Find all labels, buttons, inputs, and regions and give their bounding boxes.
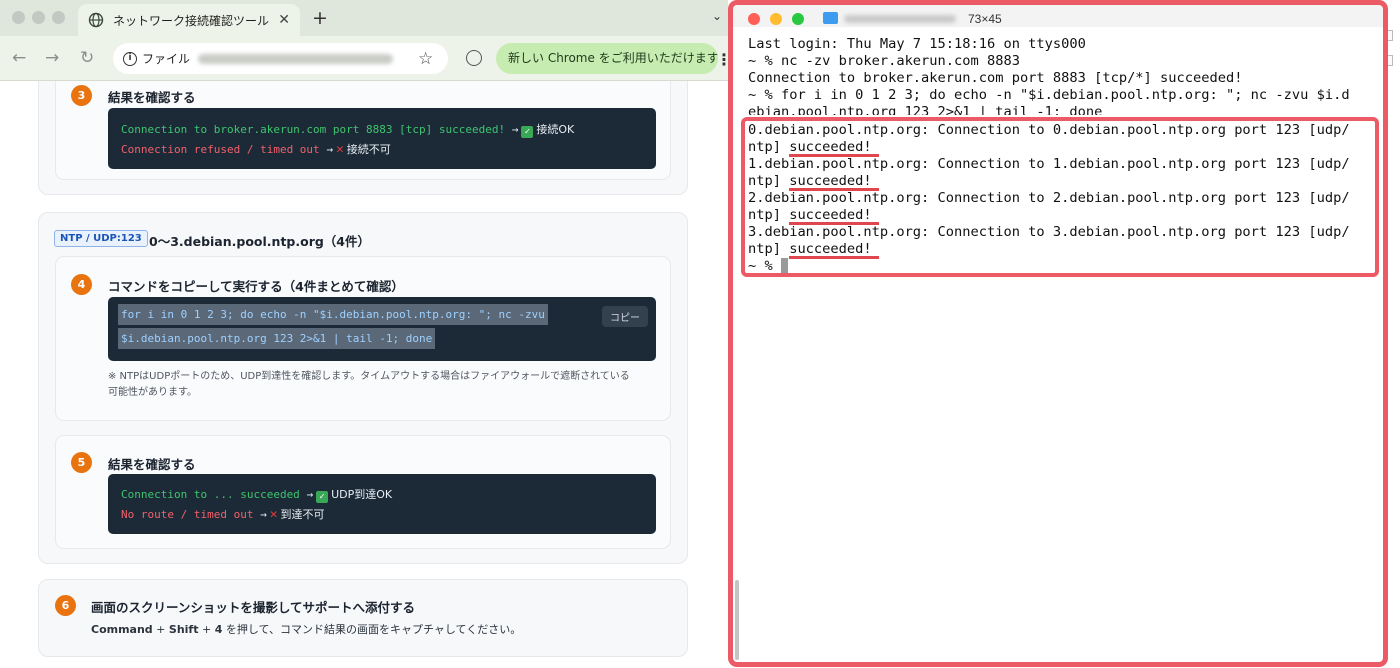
- ok-label: 接続OK: [536, 123, 575, 136]
- step-number: 5: [71, 452, 92, 473]
- note-line: ※ NTPはUDPポートのため、UDP到達性を確認します。タイムアウトする場合は…: [108, 371, 630, 382]
- ok-code: Connection to ... succeeded: [121, 488, 300, 501]
- page-content: 3 結果を確認する Connection to broker.akerun.co…: [0, 81, 728, 668]
- result-codebox: Connection to broker.akerun.com port 888…: [108, 108, 656, 169]
- window-close-button[interactable]: [12, 11, 25, 24]
- section-title: 0〜3.debian.pool.ntp.org（4件）: [149, 234, 371, 249]
- result-ok-line: Connection to broker.akerun.com port 888…: [121, 121, 574, 138]
- bookmark-star-icon[interactable]: ☆: [418, 49, 433, 69]
- ntp-section-card: NTP / UDP:123 0〜3.debian.pool.ntp.org（4件…: [38, 212, 688, 564]
- new-tab-button[interactable]: +: [312, 7, 328, 29]
- cross-icon: ✕: [335, 142, 344, 157]
- plus: +: [198, 623, 215, 636]
- command-codebox[interactable]: for i in 0 1 2 3; do echo -n "$i.debian.…: [108, 297, 656, 361]
- command-line-2: $i.debian.pool.ntp.org 123 2>&1 | tail -…: [118, 328, 436, 349]
- back-button[interactable]: ←: [12, 48, 26, 68]
- ng-label: 到達不可: [280, 508, 325, 521]
- arrow: →: [511, 123, 519, 136]
- reload-button[interactable]: ↻: [80, 48, 94, 68]
- annotation-frame: [728, 0, 1388, 667]
- ok-label: UDP到達OK: [331, 488, 393, 501]
- step-title: 画面のスクリーンショットを撮影してサポートへ添付する: [91, 600, 416, 615]
- tab-strip: ネットワーク接続確認ツール ✕ + ⌄: [0, 0, 728, 36]
- ng-code: No route / timed out: [121, 508, 254, 521]
- command-line-1: for i in 0 1 2 3; do echo -n "$i.debian.…: [118, 304, 548, 325]
- tab-active[interactable]: ネットワーク接続確認ツール ✕: [78, 4, 300, 36]
- step-number: 6: [55, 595, 76, 616]
- step-number: 3: [71, 85, 92, 106]
- arrow: →: [326, 143, 333, 156]
- address-scheme-label: ファイル: [142, 52, 191, 66]
- command-text: for i in 0 1 2 3; do echo -n "$i.debian.…: [118, 304, 548, 325]
- profile-icon[interactable]: [466, 50, 482, 66]
- chrome-update-button[interactable]: 新しい Chrome をご利用いただけます: [496, 43, 718, 74]
- step-title: 結果を確認する: [108, 90, 196, 105]
- key-shift: Shift: [168, 623, 199, 636]
- step4-card: 4 コマンドをコピーして実行する（4件まとめて確認） for i in 0 1 …: [55, 256, 671, 421]
- screenshot-step-card: 6 画面のスクリーンショットを撮影してサポートへ添付する Command + S…: [38, 579, 688, 657]
- instruction-text: Command + Shift + 4 を押して、コマンド結果の画面をキャプチャ…: [91, 621, 521, 637]
- copy-button[interactable]: コピー: [602, 306, 648, 327]
- cross-icon: ✕: [269, 507, 278, 522]
- step3-card: 3 結果を確認する Connection to broker.akerun.co…: [55, 81, 671, 180]
- address-bar[interactable]: i ファイル: [113, 43, 448, 74]
- globe-icon: [88, 12, 104, 28]
- tab-title: ネットワーク接続確認ツール: [113, 13, 270, 28]
- result-ng-line: No route / timed out → ✕ 到達不可: [121, 506, 325, 522]
- ng-label: 接続不可: [346, 143, 391, 156]
- instruction-rest: を押して、コマンド結果の画面をキャプチャしてください。: [222, 623, 522, 636]
- info-icon[interactable]: i: [123, 51, 137, 66]
- step-title: 結果を確認する: [108, 457, 196, 472]
- protocol-badge: NTP / UDP:123: [54, 230, 148, 247]
- browser-window: ネットワーク接続確認ツール ✕ + ⌄ ← → ↻ i ファイル ☆ 新しい C…: [0, 0, 728, 668]
- step-number: 4: [71, 274, 92, 295]
- window-zoom-button[interactable]: [52, 11, 65, 24]
- ng-code: Connection refused / timed out: [121, 143, 320, 156]
- terminal-window: 73×45 Last login: Thu May 7 15:18:16 on …: [728, 0, 1400, 668]
- menu-dots-icon[interactable]: ⋮: [716, 50, 728, 69]
- plus: +: [152, 623, 169, 636]
- note-text: ※ NTPはUDPポートのため、UDP到達性を確認します。タイムアウトする場合は…: [108, 369, 668, 401]
- window-minimize-button[interactable]: [32, 11, 45, 24]
- tab-search-chevron-icon[interactable]: ⌄: [712, 9, 722, 23]
- tab-close-icon[interactable]: ✕: [278, 12, 290, 28]
- redacted-url: [198, 53, 394, 64]
- ok-code: Connection to broker.akerun.com port 888…: [121, 123, 506, 136]
- step5-card: 5 結果を確認する Connection to ... succeeded → ✓…: [55, 435, 671, 549]
- check-icon: ✓: [521, 126, 534, 138]
- command-text: $i.debian.pool.ntp.org 123 2>&1 | tail -…: [118, 328, 436, 349]
- step-title: コマンドをコピーして実行する（4件まとめて確認）: [108, 279, 404, 294]
- arrow: →: [306, 488, 314, 501]
- arrow: →: [260, 508, 267, 521]
- key-command: Command: [91, 623, 153, 636]
- tcp-section-card: 3 結果を確認する Connection to broker.akerun.co…: [38, 81, 688, 195]
- result-codebox: Connection to ... succeeded → ✓ UDP到達OK No…: [108, 474, 656, 534]
- result-ok-line: Connection to ... succeeded → ✓ UDP到達OK: [121, 486, 392, 503]
- note-line: 可能性があります。: [108, 387, 197, 398]
- result-ng-line: Connection refused / timed out → ✕ 接続不可: [121, 141, 391, 157]
- forward-button[interactable]: →: [45, 48, 59, 68]
- check-icon: ✓: [316, 491, 329, 503]
